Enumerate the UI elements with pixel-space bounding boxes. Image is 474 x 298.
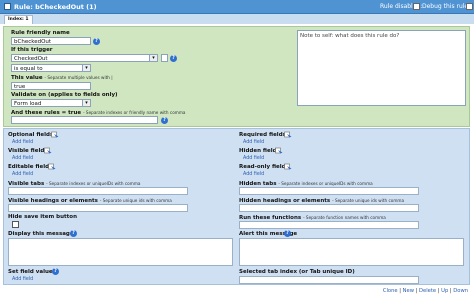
rule-title: Rule: bCheckedOut (1) bbox=[14, 3, 97, 11]
help-icon[interactable]: ? bbox=[52, 268, 59, 275]
operator-select[interactable]: is equal to ▾ bbox=[11, 64, 91, 72]
value-input[interactable]: true bbox=[11, 82, 91, 90]
note-textarea[interactable]: Note to self: what does this rule do? bbox=[297, 30, 466, 106]
friendly-name-label: Rule friendly name bbox=[11, 30, 70, 36]
run-functions-input[interactable] bbox=[239, 221, 419, 229]
help-icon[interactable]: ? bbox=[93, 38, 100, 45]
hidden-headings-hint: - Separate unique ids with comma bbox=[332, 198, 405, 203]
chevron-down-icon: ▾ bbox=[149, 55, 157, 61]
trigger-field-value: CheckedOut bbox=[14, 56, 48, 62]
new-link[interactable]: New bbox=[403, 288, 414, 294]
and-rules-input[interactable] bbox=[11, 116, 158, 124]
footer-links: Clone | New | Delete | Up | Down bbox=[382, 288, 468, 294]
add-optional-field-link[interactable]: Add field bbox=[12, 140, 33, 145]
and-rules-label-row: And these rules = true - Separate indexe… bbox=[11, 109, 186, 116]
visible-headings-input[interactable] bbox=[8, 204, 188, 212]
visible-headings-hint: - Separate unique ids with comma bbox=[99, 198, 172, 203]
selected-tab-input[interactable] bbox=[239, 276, 419, 284]
hidden-headings-label-row: Hidden headings or elements - Separate u… bbox=[239, 197, 404, 204]
visible-fields-label: Visible fields bbox=[8, 148, 48, 154]
hidden-fields-label: Hidden fields bbox=[239, 148, 280, 154]
validate-on-label: Validate on (applies to fields only) bbox=[11, 92, 118, 98]
value-label-row: This value - Separate multiple values wi… bbox=[11, 74, 113, 81]
debug-rule-label: Debug this rule: bbox=[422, 3, 471, 10]
run-functions-hint: - Separate function names with comma bbox=[303, 215, 386, 220]
visible-headings-label-row: Visible headings or elements - Separate … bbox=[8, 197, 172, 204]
hidden-tabs-hint: - Separate indexes or uniqueIDs with com… bbox=[278, 181, 373, 186]
hidden-tabs-input[interactable] bbox=[239, 187, 419, 195]
hide-save-checkbox[interactable] bbox=[12, 221, 19, 228]
up-link[interactable]: Up bbox=[441, 288, 448, 294]
visible-tabs-input[interactable] bbox=[8, 187, 188, 195]
delete-link[interactable]: Delete bbox=[419, 288, 436, 294]
chevron-down-icon: ▾ bbox=[82, 100, 90, 106]
hidden-headings-input[interactable] bbox=[239, 204, 419, 212]
help-icon[interactable]: ? bbox=[161, 117, 168, 124]
field-picker-icon[interactable] bbox=[284, 163, 292, 170]
tab-index-1[interactable]: Index: 1 bbox=[4, 15, 33, 24]
help-icon[interactable]: ? bbox=[170, 55, 177, 62]
add-required-field-link[interactable]: Add field bbox=[243, 140, 264, 145]
field-picker-icon[interactable] bbox=[51, 131, 59, 138]
operator-value: is equal to bbox=[14, 66, 43, 72]
value-hint: - Separate multiple values with | bbox=[44, 75, 113, 80]
validate-on-select[interactable]: Form load ▾ bbox=[11, 99, 91, 107]
chevron-down-icon: ▾ bbox=[82, 65, 90, 71]
help-icon[interactable]: ? bbox=[284, 230, 291, 237]
help-icon[interactable]: ? bbox=[70, 230, 77, 237]
field-picker-icon[interactable] bbox=[275, 147, 283, 154]
visible-tabs-label-row: Visible tabs - Separate indexes or uniqu… bbox=[8, 180, 140, 187]
collapse-checkbox[interactable] bbox=[4, 3, 11, 10]
set-field-value-label: Set field value bbox=[8, 269, 53, 275]
add-editable-field-link[interactable]: Add field bbox=[12, 172, 33, 177]
validate-on-value: Form load bbox=[14, 101, 42, 107]
clone-link[interactable]: Clone bbox=[383, 288, 398, 294]
hide-save-label: Hide save item button bbox=[8, 214, 77, 220]
tab-strip: Index: 1 bbox=[0, 14, 474, 24]
value-label: This value bbox=[11, 75, 43, 81]
add-readonly-field-link[interactable]: Add field bbox=[243, 172, 264, 177]
visible-tabs-hint: - Separate indexes or uniqueIDs with com… bbox=[46, 181, 141, 186]
selected-tab-label: Selected tab index (or Tab unique ID) bbox=[239, 269, 355, 275]
down-link[interactable]: Down bbox=[453, 288, 468, 294]
run-functions-label-row: Run these functions - Separate function … bbox=[239, 214, 386, 221]
display-message-label: Display this message bbox=[8, 231, 74, 237]
alert-message-textarea[interactable] bbox=[239, 238, 464, 266]
add-set-field-value-link[interactable]: Add field bbox=[12, 277, 33, 282]
editable-fields-label: Editable fields bbox=[8, 164, 53, 170]
friendly-name-input[interactable]: bCheckedOut bbox=[11, 37, 91, 45]
rule-disabled-checkbox[interactable] bbox=[413, 3, 420, 10]
and-rules-hint: - Separate indexes or friendly name with… bbox=[83, 110, 186, 115]
rule-header: Rule: bCheckedOut (1) Rule disabled: Deb… bbox=[0, 0, 474, 14]
add-hidden-field-link[interactable]: Add field bbox=[243, 156, 264, 161]
optional-fields-label: Optional fields bbox=[8, 132, 54, 138]
trigger-field-select[interactable]: CheckedOut ▾ bbox=[11, 54, 158, 62]
readonly-fields-label: Read-only fields bbox=[239, 164, 289, 170]
field-picker-icon[interactable] bbox=[284, 131, 292, 138]
trigger-field-checkbox[interactable] bbox=[161, 54, 168, 62]
add-visible-field-link[interactable]: Add field bbox=[12, 156, 33, 161]
actions-panel: Optional fields Add field Required field… bbox=[3, 128, 470, 285]
if-trigger-label: If this trigger bbox=[11, 47, 53, 53]
field-picker-icon[interactable] bbox=[44, 147, 52, 154]
hidden-tabs-label-row: Hidden tabs - Separate indexes or unique… bbox=[239, 180, 373, 187]
debug-rule-checkbox[interactable] bbox=[466, 3, 473, 10]
trigger-panel: Rule friendly name bCheckedOut ? If this… bbox=[3, 26, 470, 127]
required-fields-label: Required fields bbox=[239, 132, 286, 138]
display-message-textarea[interactable] bbox=[8, 238, 233, 266]
field-picker-icon[interactable] bbox=[48, 163, 56, 170]
